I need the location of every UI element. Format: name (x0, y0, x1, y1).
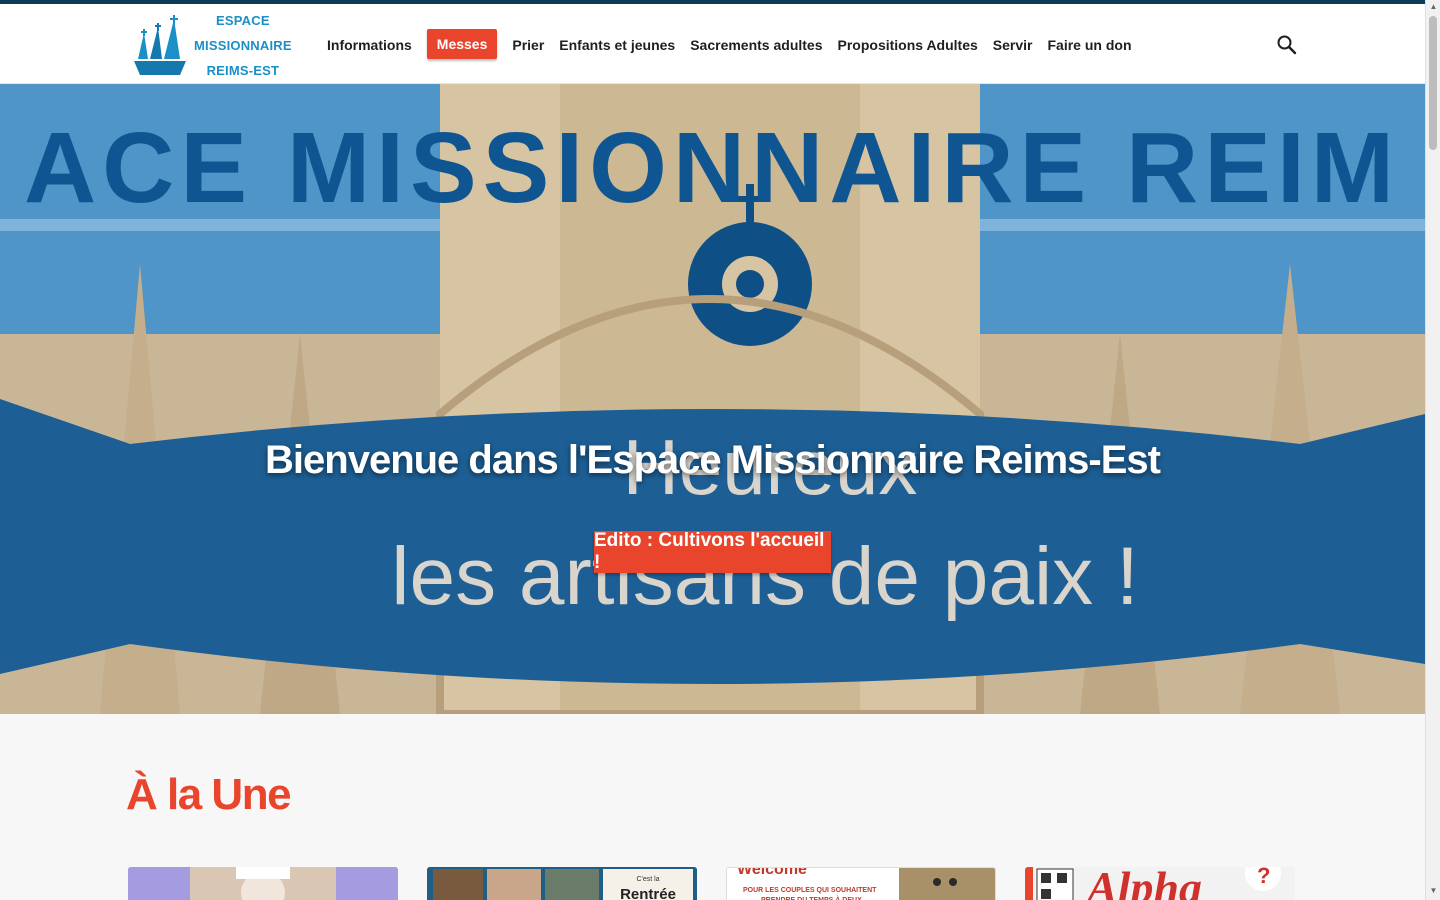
news-card-2[interactable]: C'est la Rentrée (427, 867, 697, 900)
svg-text:POUR LES COUPLES QUI SOUHAITEN: POUR LES COUPLES QUI SOUHAITENT (743, 887, 877, 894)
logo-line-3: REIMS-EST (206, 62, 280, 78)
nav-item-propositions-adultes[interactable]: Propositions Adultes (838, 37, 978, 53)
news-card-4-image: Alpha ? (1025, 867, 1295, 900)
svg-text:?: ? (1257, 867, 1270, 888)
page-scrollbar[interactable]: ▲ ▼ (1425, 0, 1440, 900)
logo-line-1: ESPACE (216, 12, 270, 28)
logo-sails-icon (130, 13, 192, 77)
svg-text:Alpha: Alpha (1084, 867, 1202, 900)
hero-banner: ACE MISSIONNAIRE REIM Heureux les artisa… (0, 84, 1425, 714)
logo-line-2: MISSIONNAIRE (194, 37, 292, 53)
scroll-thumb[interactable] (1429, 16, 1437, 150)
hero-banner-lettering: ACE MISSIONNAIRE REIM (24, 112, 1400, 224)
section-title-a-la-une: À la Une (126, 770, 292, 819)
news-card-4[interactable]: Alpha ? (1025, 867, 1295, 900)
nav-item-informations[interactable]: Informations (327, 37, 412, 53)
news-card-1[interactable] (128, 867, 398, 900)
nav-item-faire-un-don[interactable]: Faire un don (1048, 37, 1132, 53)
logo-text: ESPACE MISSIONNAIRE REIMS-EST (194, 8, 292, 83)
nav-item-servir[interactable]: Servir (993, 37, 1033, 53)
svg-text:C'est la: C'est la (636, 876, 659, 883)
nav-item-enfants-et-jeunes[interactable]: Enfants et jeunes (559, 37, 675, 53)
news-card-2-image: C'est la Rentrée (427, 867, 697, 900)
nav-item-sacrements-adultes[interactable]: Sacrements adultes (690, 37, 822, 53)
nav-item-prier[interactable]: Prier (512, 37, 544, 53)
scroll-up-arrow-icon[interactable]: ▲ (1429, 2, 1438, 11)
nav-item-messes[interactable]: Messes (426, 29, 498, 59)
svg-text:Rentrée: Rentrée (620, 886, 676, 900)
edito-button[interactable]: Edito : Cultivons l'accueil ! (594, 530, 831, 573)
search-icon[interactable] (1276, 34, 1298, 56)
hero-title: Bienvenue dans l'Espace Missionnaire Rei… (265, 438, 1161, 482)
site-logo[interactable]: ESPACE MISSIONNAIRE REIMS-EST (130, 10, 300, 80)
news-card-3[interactable]: Welcome POUR LES COUPLES QUI SOUHAITENT … (726, 867, 996, 900)
scroll-down-arrow-icon[interactable]: ▼ (1429, 886, 1438, 895)
site-header: ESPACE MISSIONNAIRE REIMS-EST Informatio… (0, 4, 1425, 84)
hero-background-image: ACE MISSIONNAIRE REIM Heureux les artisa… (0, 84, 1425, 714)
news-card-3-image: Welcome POUR LES COUPLES QUI SOUHAITENT … (727, 868, 995, 900)
main-nav: Informations Messes Prier Enfants et jeu… (320, 29, 1147, 61)
news-card-1-image (128, 867, 398, 900)
svg-text:Welcome: Welcome (737, 868, 807, 878)
